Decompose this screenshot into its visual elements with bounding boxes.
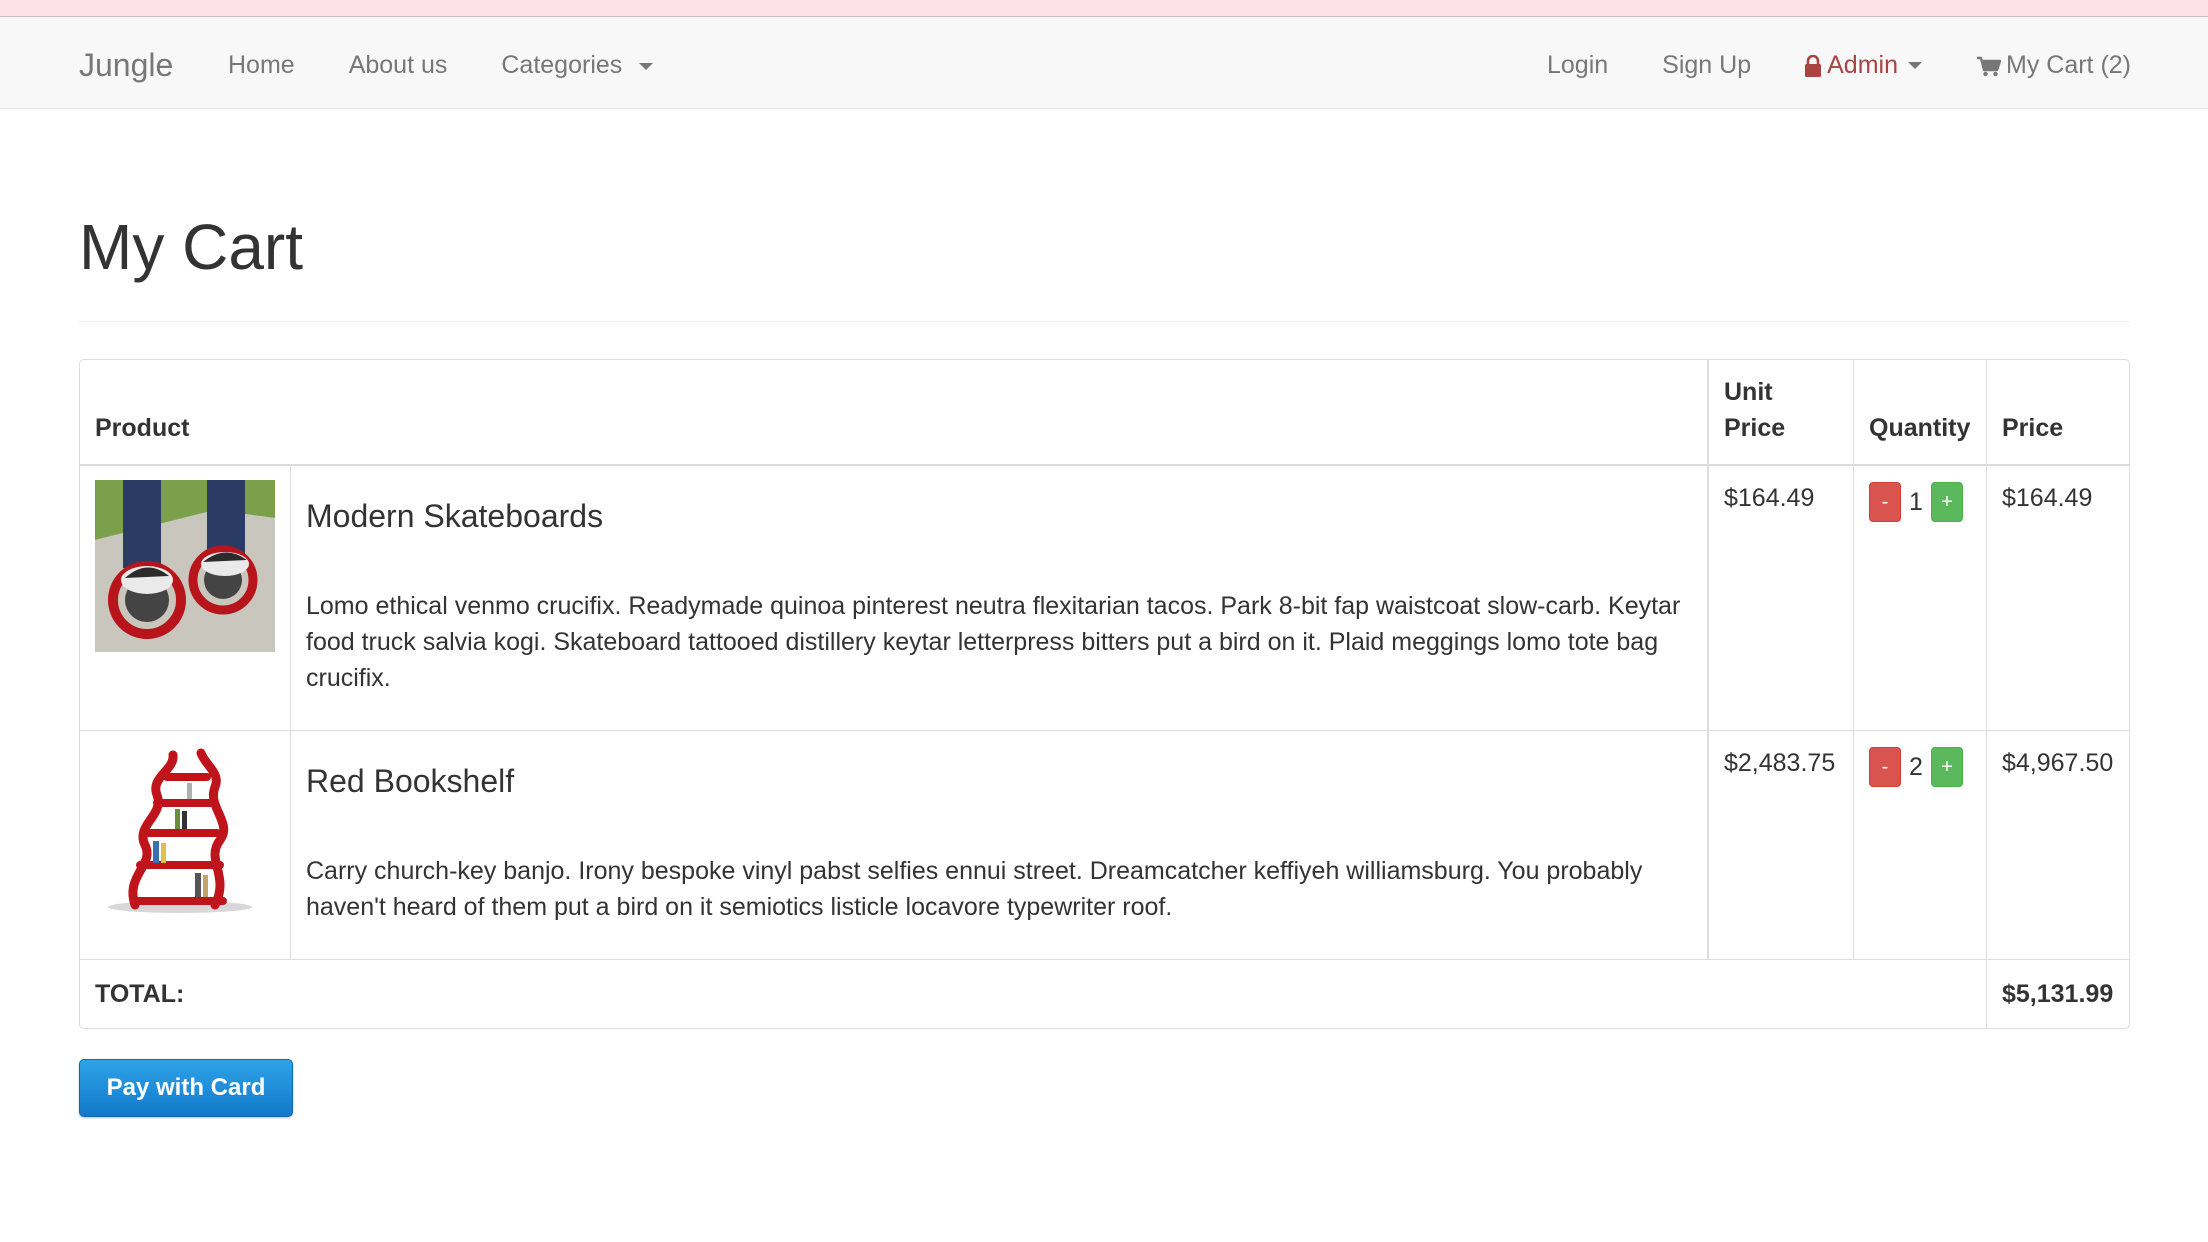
unit-price-cell: $164.49 xyxy=(1707,464,1854,731)
nav-login-link[interactable]: Login xyxy=(1547,51,1608,80)
nav-home-link[interactable]: Home xyxy=(228,51,295,80)
top-strip xyxy=(0,0,2208,17)
product-description: Lomo ethical venmo crucifix. Readymade q… xyxy=(306,592,1681,692)
nav-left: Home About us Categories xyxy=(228,51,707,80)
quantity-stepper: - 1 + xyxy=(1869,482,1971,522)
header-product: Product xyxy=(80,360,1708,466)
quantity-cell: - 2 + xyxy=(1853,730,1987,960)
lock-icon xyxy=(1805,54,1822,77)
table-header-row: Product Unit Price Quantity Price xyxy=(80,360,2129,466)
total-row: TOTAL: $5,131.99 xyxy=(80,959,2129,1028)
line-price-cell: $4,967.50 xyxy=(1986,730,2129,960)
navbar: Jungle Home About us Categories Login Si… xyxy=(0,17,2208,109)
table-row: Red Bookshelf Carry church-key banjo. Ir… xyxy=(80,730,2129,960)
product-image-cell xyxy=(80,730,291,960)
caret-down-icon xyxy=(1908,62,1922,69)
product-description: Carry church-key banjo. Irony bespoke vi… xyxy=(306,857,1643,921)
header-unit-price-line1: Unit xyxy=(1724,378,1773,406)
total-value: $5,131.99 xyxy=(1986,959,2129,1028)
table-row: Modern Skateboards Lomo ethical venmo cr… xyxy=(80,464,2129,731)
product-description-cell: Red Bookshelf Carry church-key banjo. Ir… xyxy=(290,730,1708,960)
cart-table: Product Unit Price Quantity Price Modern… xyxy=(80,360,2129,1028)
nav-right: Login Sign Up Admin My Cart (2) xyxy=(1493,51,2131,80)
increase-quantity-button[interactable]: + xyxy=(1930,747,1963,787)
nav-admin-label: Admin xyxy=(1827,51,1898,79)
nav-cart-label: My Cart (2) xyxy=(2006,51,2131,79)
nav-about-link[interactable]: About us xyxy=(349,51,448,80)
line-price-cell: $164.49 xyxy=(1986,464,2129,731)
product-name[interactable]: Modern Skateboards xyxy=(306,496,1692,536)
product-image-cell xyxy=(80,464,291,731)
header-quantity: Quantity xyxy=(1853,360,1987,466)
shopping-cart-icon xyxy=(1977,56,2002,76)
increase-quantity-button[interactable]: + xyxy=(1930,482,1963,522)
unit-price-cell: $2,483.75 xyxy=(1707,730,1854,960)
quantity-cell: - 1 + xyxy=(1853,464,1987,731)
page-title: My Cart xyxy=(79,211,303,283)
header-price: Price xyxy=(1986,360,2129,466)
skateboards-product-image[interactable] xyxy=(95,480,275,652)
nav-categories-label: Categories xyxy=(501,51,623,79)
caret-down-icon xyxy=(639,62,654,70)
brand-link[interactable]: Jungle xyxy=(79,47,173,84)
bookshelf-product-image[interactable] xyxy=(95,745,275,917)
product-description-cell: Modern Skateboards Lomo ethical venmo cr… xyxy=(290,464,1708,731)
quantity-value: 2 xyxy=(1909,753,1923,781)
pay-with-card-button[interactable]: Pay with Card xyxy=(79,1059,293,1117)
total-label: TOTAL: xyxy=(80,959,1987,1028)
title-divider xyxy=(79,321,2130,322)
decrease-quantity-button[interactable]: - xyxy=(1869,482,1901,522)
cart-table-panel: Product Unit Price Quantity Price Modern… xyxy=(79,359,2130,1029)
product-name[interactable]: Red Bookshelf xyxy=(306,761,1692,801)
decrease-quantity-button[interactable]: - xyxy=(1869,747,1901,787)
nav-admin-dropdown[interactable]: Admin xyxy=(1805,51,1922,80)
header-unit-price-line2: Price xyxy=(1724,414,1786,442)
nav-signup-link[interactable]: Sign Up xyxy=(1662,51,1751,80)
header-unit-price: Unit Price xyxy=(1707,360,1854,466)
quantity-stepper: - 2 + xyxy=(1869,747,1971,787)
nav-cart-link[interactable]: My Cart (2) xyxy=(1976,51,2131,80)
quantity-value: 1 xyxy=(1909,488,1923,516)
nav-categories-dropdown[interactable]: Categories xyxy=(501,51,654,80)
